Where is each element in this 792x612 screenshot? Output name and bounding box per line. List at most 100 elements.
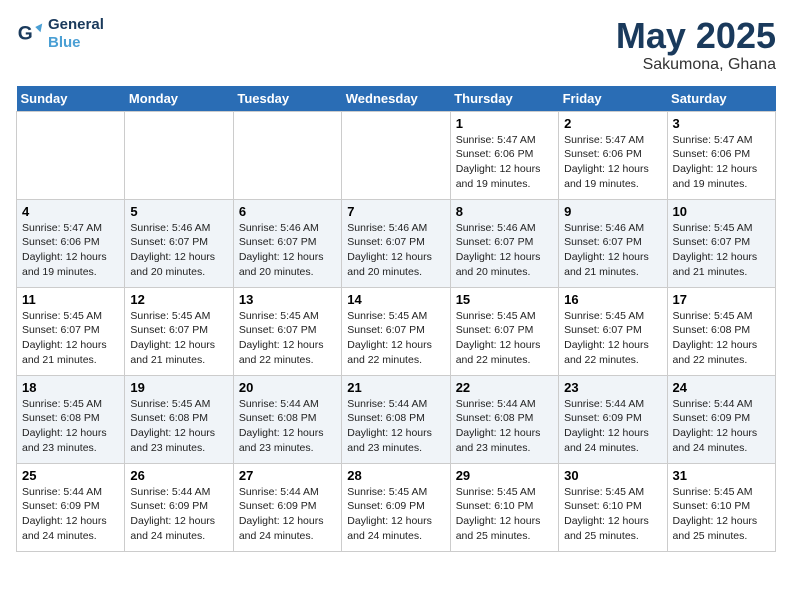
calendar-cell: 25 Sunrise: 5:44 AM Sunset: 6:09 PM Dayli… <box>17 463 125 551</box>
day-number: 14 <box>347 292 444 307</box>
calendar-cell <box>17 111 125 199</box>
calendar-cell <box>125 111 233 199</box>
calendar-cell <box>233 111 341 199</box>
day-number: 19 <box>130 380 227 395</box>
day-info: Sunrise: 5:44 AM Sunset: 6:09 PM Dayligh… <box>239 485 336 544</box>
day-number: 28 <box>347 468 444 483</box>
col-header-wednesday: Wednesday <box>342 86 450 112</box>
col-header-sunday: Sunday <box>17 86 125 112</box>
day-number: 29 <box>456 468 553 483</box>
calendar-cell: 26Sunrise: 5:44 AM Sunset: 6:09 PM Dayli… <box>125 463 233 551</box>
day-number: 21 <box>347 380 444 395</box>
day-info: Sunrise: 5:46 AM Sunset: 6:07 PM Dayligh… <box>456 221 553 280</box>
day-info: Sunrise: 5:44 AM Sunset: 6:09 PM Dayligh… <box>130 485 227 544</box>
day-info: Sunrise: 5:44 AM Sunset: 6:09 PM Dayligh… <box>22 485 119 544</box>
calendar-cell: 16Sunrise: 5:45 AM Sunset: 6:07 PM Dayli… <box>559 287 667 375</box>
calendar-cell: 11 Sunrise: 5:45 AM Sunset: 6:07 PM Dayli… <box>17 287 125 375</box>
day-info: Sunrise: 5:46 AM Sunset: 6:07 PM Dayligh… <box>130 221 227 280</box>
day-info: Sunrise: 5:44 AM Sunset: 6:08 PM Dayligh… <box>239 397 336 456</box>
day-info: Sunrise: 5:44 AM Sunset: 6:08 PM Dayligh… <box>347 397 444 456</box>
day-info: Sunrise: 5:45 AM Sunset: 6:07 PM Dayligh… <box>130 309 227 368</box>
col-header-thursday: Thursday <box>450 86 558 112</box>
day-info: Sunrise: 5:45 AM Sunset: 6:08 PM Dayligh… <box>130 397 227 456</box>
logo-icon: G <box>16 20 44 48</box>
day-number: 18 <box>22 380 119 395</box>
header-row: SundayMondayTuesdayWednesdayThursdayFrid… <box>17 86 776 112</box>
logo-line2: Blue <box>48 34 104 52</box>
week-row-4: 18 Sunrise: 5:45 AM Sunset: 6:08 PM Dayli… <box>17 375 776 463</box>
day-info: Sunrise: 5:45 AM Sunset: 6:08 PM Dayligh… <box>22 397 119 456</box>
calendar-cell: 1 Sunrise: 5:47 AM Sunset: 6:06 PM Daylig… <box>450 111 558 199</box>
day-info: Sunrise: 5:44 AM Sunset: 6:09 PM Dayligh… <box>673 397 770 456</box>
svg-text:G: G <box>18 23 33 44</box>
calendar-cell: 13Sunrise: 5:45 AM Sunset: 6:07 PM Dayli… <box>233 287 341 375</box>
day-info: Sunrise: 5:45 AM Sunset: 6:07 PM Dayligh… <box>564 309 661 368</box>
day-number: 5 <box>130 204 227 219</box>
col-header-tuesday: Tuesday <box>233 86 341 112</box>
day-number: 15 <box>456 292 553 307</box>
day-info: Sunrise: 5:45 AM Sunset: 6:07 PM Dayligh… <box>22 309 119 368</box>
week-row-5: 25 Sunrise: 5:44 AM Sunset: 6:09 PM Dayli… <box>17 463 776 551</box>
day-number: 25 <box>22 468 119 483</box>
day-number: 7 <box>347 204 444 219</box>
day-info: Sunrise: 5:47 AM Sunset: 6:06 PM Dayligh… <box>456 133 553 192</box>
day-number: 31 <box>673 468 770 483</box>
day-info: Sunrise: 5:46 AM Sunset: 6:07 PM Dayligh… <box>239 221 336 280</box>
calendar-cell: 4 Sunrise: 5:47 AM Sunset: 6:06 PM Daylig… <box>17 199 125 287</box>
calendar-cell: 30 Sunrise: 5:45 AM Sunset: 6:10 PM Dayli… <box>559 463 667 551</box>
calendar-cell: 2 Sunrise: 5:47 AM Sunset: 6:06 PM Daylig… <box>559 111 667 199</box>
calendar-cell: 5 Sunrise: 5:46 AM Sunset: 6:07 PM Daylig… <box>125 199 233 287</box>
calendar-cell: 15Sunrise: 5:45 AM Sunset: 6:07 PM Dayli… <box>450 287 558 375</box>
calendar-cell: 24Sunrise: 5:44 AM Sunset: 6:09 PM Dayli… <box>667 375 775 463</box>
day-number: 3 <box>673 116 770 131</box>
calendar-cell: 10Sunrise: 5:45 AM Sunset: 6:07 PM Dayli… <box>667 199 775 287</box>
day-info: Sunrise: 5:46 AM Sunset: 6:07 PM Dayligh… <box>347 221 444 280</box>
month-title: May 2025 <box>616 16 776 56</box>
day-number: 4 <box>22 204 119 219</box>
calendar-cell: 28 Sunrise: 5:45 AM Sunset: 6:09 PM Dayli… <box>342 463 450 551</box>
location: Sakumona, Ghana <box>616 56 776 74</box>
day-info: Sunrise: 5:44 AM Sunset: 6:08 PM Dayligh… <box>456 397 553 456</box>
week-row-1: 1 Sunrise: 5:47 AM Sunset: 6:06 PM Daylig… <box>17 111 776 199</box>
day-number: 9 <box>564 204 661 219</box>
col-header-saturday: Saturday <box>667 86 775 112</box>
logo: G General Blue <box>16 16 104 52</box>
calendar-cell: 19 Sunrise: 5:45 AM Sunset: 6:08 PM Dayli… <box>125 375 233 463</box>
calendar-cell: 22 Sunrise: 5:44 AM Sunset: 6:08 PM Dayli… <box>450 375 558 463</box>
calendar-cell: 14 Sunrise: 5:45 AM Sunset: 6:07 PM Dayli… <box>342 287 450 375</box>
day-number: 23 <box>564 380 661 395</box>
day-info: Sunrise: 5:46 AM Sunset: 6:07 PM Dayligh… <box>564 221 661 280</box>
day-number: 22 <box>456 380 553 395</box>
day-info: Sunrise: 5:44 AM Sunset: 6:09 PM Dayligh… <box>564 397 661 456</box>
day-info: Sunrise: 5:45 AM Sunset: 6:08 PM Dayligh… <box>673 309 770 368</box>
calendar-cell: 20Sunrise: 5:44 AM Sunset: 6:08 PM Dayli… <box>233 375 341 463</box>
day-info: Sunrise: 5:47 AM Sunset: 6:06 PM Dayligh… <box>673 133 770 192</box>
calendar-cell: 12 Sunrise: 5:45 AM Sunset: 6:07 PM Dayli… <box>125 287 233 375</box>
col-header-monday: Monday <box>125 86 233 112</box>
day-info: Sunrise: 5:47 AM Sunset: 6:06 PM Dayligh… <box>22 221 119 280</box>
calendar-cell: 8Sunrise: 5:46 AM Sunset: 6:07 PM Daylig… <box>450 199 558 287</box>
calendar-cell: 9 Sunrise: 5:46 AM Sunset: 6:07 PM Daylig… <box>559 199 667 287</box>
day-info: Sunrise: 5:45 AM Sunset: 6:07 PM Dayligh… <box>347 309 444 368</box>
day-number: 12 <box>130 292 227 307</box>
week-row-2: 4 Sunrise: 5:47 AM Sunset: 6:06 PM Daylig… <box>17 199 776 287</box>
day-number: 17 <box>673 292 770 307</box>
day-number: 27 <box>239 468 336 483</box>
day-number: 6 <box>239 204 336 219</box>
calendar-cell: 27 Sunrise: 5:44 AM Sunset: 6:09 PM Dayli… <box>233 463 341 551</box>
day-number: 11 <box>22 292 119 307</box>
calendar-cell: 18 Sunrise: 5:45 AM Sunset: 6:08 PM Dayli… <box>17 375 125 463</box>
calendar-cell: 6 Sunrise: 5:46 AM Sunset: 6:07 PM Daylig… <box>233 199 341 287</box>
calendar-cell: 29Sunrise: 5:45 AM Sunset: 6:10 PM Dayli… <box>450 463 558 551</box>
calendar-cell: 31Sunrise: 5:45 AM Sunset: 6:10 PM Dayli… <box>667 463 775 551</box>
day-info: Sunrise: 5:45 AM Sunset: 6:10 PM Dayligh… <box>564 485 661 544</box>
day-number: 30 <box>564 468 661 483</box>
day-info: Sunrise: 5:45 AM Sunset: 6:07 PM Dayligh… <box>673 221 770 280</box>
day-number: 13 <box>239 292 336 307</box>
calendar-cell: 3 Sunrise: 5:47 AM Sunset: 6:06 PM Daylig… <box>667 111 775 199</box>
calendar-cell: 21 Sunrise: 5:44 AM Sunset: 6:08 PM Dayli… <box>342 375 450 463</box>
day-number: 1 <box>456 116 553 131</box>
day-info: Sunrise: 5:45 AM Sunset: 6:09 PM Dayligh… <box>347 485 444 544</box>
day-number: 2 <box>564 116 661 131</box>
day-info: Sunrise: 5:47 AM Sunset: 6:06 PM Dayligh… <box>564 133 661 192</box>
